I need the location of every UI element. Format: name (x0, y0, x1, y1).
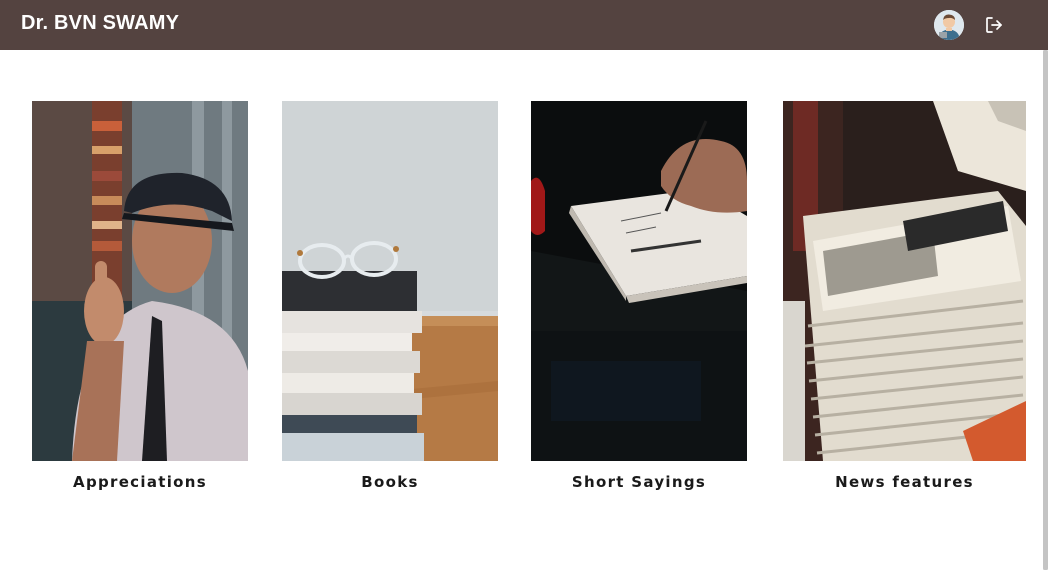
card-short-sayings[interactable]: Short Sayings (531, 101, 747, 491)
stack-of-books-with-glasses-photo (282, 101, 498, 461)
top-navbar: Dr. BVN SWAMY (0, 0, 1048, 50)
logout-icon[interactable] (984, 15, 1004, 35)
stack-of-newspapers-photo (783, 101, 1026, 461)
page-scrollbar[interactable] (1043, 50, 1048, 570)
card-label: Books (361, 473, 419, 491)
card-news-features[interactable]: News features (783, 101, 1026, 491)
site-title[interactable]: Dr. BVN SWAMY (21, 12, 179, 35)
avatar-illustration (934, 10, 964, 40)
card-books[interactable]: Books (282, 101, 498, 491)
card-label: Short Sayings (571, 473, 707, 491)
card-appreciations[interactable]: Appreciations (32, 101, 248, 491)
elderly-man-thumbs-up-photo (32, 101, 248, 461)
logout-glyph (986, 17, 1002, 33)
card-label: News features (835, 473, 974, 491)
card-label: Appreciations (73, 473, 207, 491)
scrollbar-thumb[interactable] (1043, 50, 1048, 570)
hand-writing-in-notebook-photo (531, 101, 747, 461)
user-avatar-icon[interactable] (934, 10, 964, 40)
